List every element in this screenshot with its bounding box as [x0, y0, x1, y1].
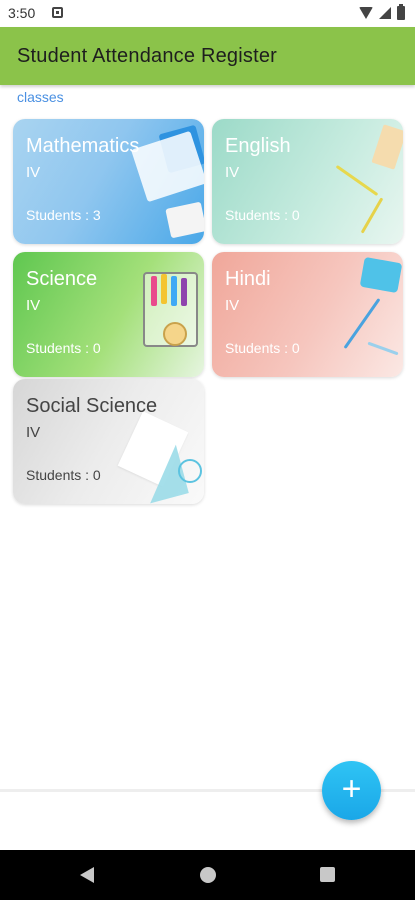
notification-icon — [52, 7, 63, 18]
class-name: Science — [26, 268, 98, 290]
marker-illustration — [171, 276, 177, 306]
marker-illustration — [161, 274, 167, 304]
class-grade: IV — [26, 164, 41, 181]
class-grade: IV — [225, 297, 240, 314]
status-icons — [359, 4, 405, 21]
status-time: 3:50 — [8, 5, 36, 21]
class-card-science[interactable]: Science IV Students : 0 — [13, 252, 204, 377]
marker-illustration — [151, 276, 157, 306]
calculator-illustration — [165, 201, 204, 239]
app-title: Student Attendance Register — [17, 45, 278, 67]
system-nav-bar — [0, 850, 415, 900]
pencil-illustration — [360, 197, 384, 234]
classes-section-label: classes — [17, 89, 64, 105]
class-name: Social Science — [26, 395, 158, 417]
signal-icon — [379, 7, 391, 19]
pencil-illustration — [335, 164, 379, 197]
notepad-illustration — [371, 124, 403, 170]
class-student-count: Students : 0 — [225, 207, 300, 223]
pen-illustration — [367, 341, 399, 356]
class-name: Mathematics — [26, 135, 140, 157]
calculator-illustration — [359, 256, 403, 294]
battery-icon — [397, 4, 405, 20]
class-card-mathematics[interactable]: Mathematics IV Students : 3 — [13, 119, 204, 244]
app-bar: Student Attendance Register — [0, 27, 415, 85]
class-name: English — [225, 135, 291, 157]
class-card-hindi[interactable]: Hindi IV Students : 0 — [212, 252, 403, 377]
class-grade: IV — [225, 164, 240, 181]
add-class-button[interactable]: + — [322, 761, 381, 820]
keyboard-illustration — [131, 130, 204, 203]
clip-illustration — [178, 459, 202, 483]
class-student-count: Students : 0 — [225, 340, 300, 356]
class-grade: IV — [26, 297, 41, 314]
class-card-social-science[interactable]: Social Science IV Students : 0 — [13, 379, 204, 504]
recents-icon[interactable] — [320, 867, 335, 882]
class-student-count: Students : 3 — [26, 207, 101, 223]
class-name: Hindi — [225, 268, 271, 290]
class-student-count: Students : 0 — [26, 340, 101, 356]
pen-illustration — [343, 298, 381, 349]
status-bar: 3:50 — [0, 0, 415, 27]
home-icon[interactable] — [200, 867, 216, 883]
wifi-icon — [359, 7, 373, 19]
marker-illustration — [181, 278, 187, 306]
class-grade: IV — [26, 424, 41, 441]
class-student-count: Students : 0 — [26, 467, 101, 483]
clock-illustration — [163, 322, 187, 346]
class-card-english[interactable]: English IV Students : 0 — [212, 119, 403, 244]
back-icon[interactable] — [80, 867, 94, 883]
